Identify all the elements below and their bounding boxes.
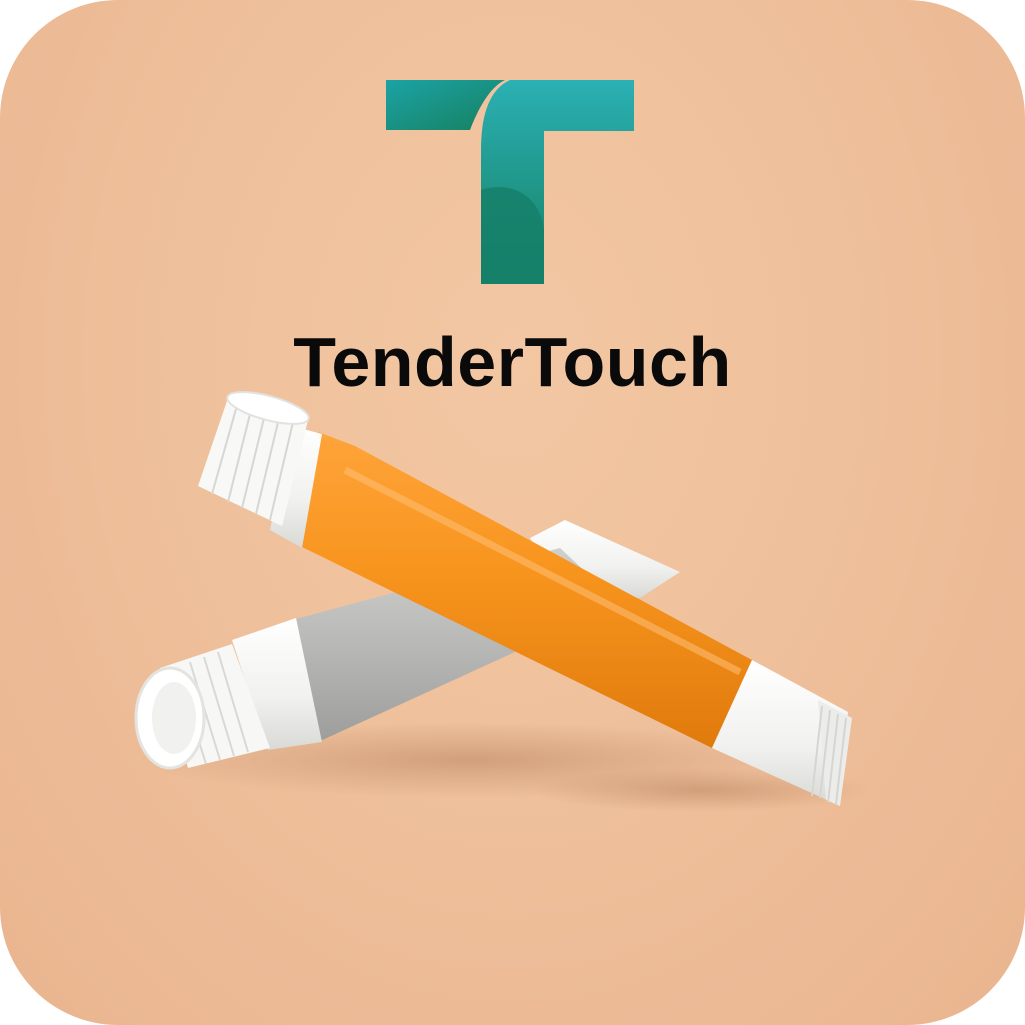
brand-name: TenderTouch [293, 323, 732, 401]
app-icon-card: TenderTouch [0, 0, 1025, 1025]
product-scene [134, 80, 870, 812]
letter-t-logo-icon [386, 80, 634, 284]
